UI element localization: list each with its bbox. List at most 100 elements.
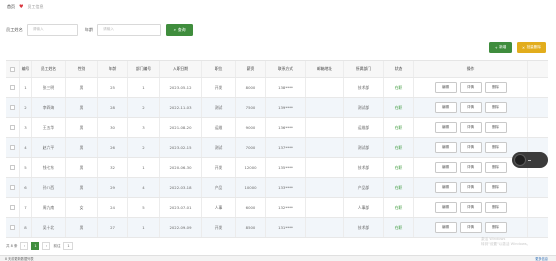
goto-page-input[interactable]: 1 — [63, 242, 74, 250]
table-cell — [306, 178, 344, 197]
table-cell: 测试 — [202, 138, 236, 157]
table-cell: 运维部 — [344, 118, 384, 137]
batch-delete-button[interactable]: ✕ 批量删除 — [517, 42, 546, 53]
column-header: 性别 — [66, 61, 98, 77]
prev-page-button[interactable]: ‹ — [20, 242, 29, 250]
row-checkbox[interactable] — [10, 165, 15, 170]
menu-icon — [528, 159, 531, 161]
table-cell: 4 — [128, 178, 160, 197]
table-cell — [306, 98, 344, 117]
add-button-label: 新增 — [499, 45, 507, 49]
table-cell: 男 — [66, 218, 98, 237]
table-cell: 开发 — [202, 78, 236, 97]
row-checkbox[interactable] — [10, 185, 15, 190]
edit-button[interactable]: 编辑 — [434, 82, 457, 93]
goto-label: 前往 — [53, 243, 61, 248]
detail-button[interactable]: 详情 — [459, 142, 482, 153]
row-checkbox[interactable] — [10, 145, 15, 150]
table-cell: 女 — [66, 198, 98, 217]
row-checkbox-cell — [6, 138, 20, 157]
age-input[interactable]: 请输入 — [97, 23, 162, 36]
row-actions: 编辑 详情 删除 — [414, 138, 528, 157]
table-cell: 2021-08-20 — [160, 118, 202, 137]
table-row: 7 周九南女 24 5 2023-07-01 人事 6000 132**** 人事部 在职 编辑 详情… — [6, 198, 548, 218]
delete-button[interactable]: 删除 — [484, 202, 507, 213]
table-cell: 男 — [66, 178, 98, 197]
row-checkbox[interactable] — [10, 225, 15, 230]
windows-activation-watermark: 激活 Windows 转到"设置"以激活 Windows。 — [481, 237, 530, 246]
detail-button[interactable]: 详情 — [459, 202, 482, 213]
table-cell: 8500 — [236, 218, 266, 237]
status-right-link[interactable]: 更多信息 — [535, 256, 548, 261]
table-cell: 技术部 — [344, 218, 384, 237]
detail-button[interactable]: 详情 — [459, 162, 482, 173]
table-cell: 2022-09-09 — [160, 218, 202, 237]
table-cell: 1 — [128, 78, 160, 97]
edit-button[interactable]: 编辑 — [434, 102, 457, 113]
edit-button[interactable]: 编辑 — [434, 222, 457, 233]
delete-button[interactable]: 删除 — [484, 122, 507, 133]
status-badge: 在职 — [384, 98, 414, 117]
next-page-button[interactable]: › — [42, 242, 51, 250]
table-cell: 137**** — [266, 138, 306, 157]
detail-button[interactable]: 详情 — [459, 222, 482, 233]
plus-icon: + — [494, 45, 498, 50]
table-cell: 28 — [98, 98, 128, 117]
status-left-text: 8 天前更新数据列表 — [5, 257, 34, 261]
table-cell: 26 — [98, 138, 128, 157]
detail-button[interactable]: 详情 — [459, 122, 482, 133]
row-actions: 编辑 详情 删除 — [414, 118, 528, 137]
search-button[interactable]: ⌕ 查询 — [166, 23, 194, 36]
row-checkbox-cell — [6, 158, 20, 177]
delete-button[interactable]: 删除 — [484, 102, 507, 113]
detail-button[interactable]: 详情 — [459, 82, 482, 93]
edit-button[interactable]: 编辑 — [434, 162, 457, 173]
status-badge: 在职 — [384, 118, 414, 137]
name-input[interactable]: 请输入 — [26, 23, 78, 36]
table-cell: 7500 — [236, 98, 266, 117]
watermark-line-2: 转到"设置"以激活 Windows。 — [481, 241, 531, 246]
table-cell: 开发 — [202, 158, 236, 177]
breadcrumb: 首页 ♥ 员工信息 — [0, 0, 556, 14]
breadcrumb-home[interactable]: 首页 — [7, 4, 15, 10]
row-checkbox[interactable] — [10, 125, 15, 130]
status-bar: 8 天前更新数据列表 更多信息 — [0, 255, 556, 261]
table-cell: 12000 — [236, 158, 266, 177]
table-cell: 132**** — [266, 198, 306, 217]
column-header: 邮箱地址 — [306, 61, 344, 77]
status-badge: 在职 — [384, 178, 414, 197]
detail-button[interactable]: 详情 — [459, 102, 482, 113]
detail-button[interactable]: 详情 — [459, 182, 482, 193]
floating-assistant-button[interactable] — [512, 152, 548, 168]
table-cell: 30 — [98, 118, 128, 137]
add-button[interactable]: + 新增 — [489, 42, 512, 53]
table-cell: 男 — [66, 118, 98, 137]
delete-button[interactable]: 删除 — [484, 162, 507, 173]
row-checkbox[interactable] — [10, 105, 15, 110]
edit-button[interactable]: 编辑 — [434, 122, 457, 133]
table-cell: 李四海 — [32, 98, 66, 117]
row-actions: 编辑 详情 删除 — [414, 218, 528, 237]
table-cell: 2 — [128, 98, 160, 117]
pagination: 共 8 条 ‹ 1 › 前往 1 — [6, 241, 74, 251]
table-cell: 131**** — [266, 218, 306, 237]
column-header: 编号 — [20, 61, 32, 77]
page-button[interactable]: 1 — [31, 242, 40, 250]
row-checkbox-cell — [6, 78, 20, 97]
delete-button[interactable]: 删除 — [484, 222, 507, 233]
delete-button[interactable]: 删除 — [484, 182, 507, 193]
table-cell: 1 — [20, 78, 32, 97]
table-cell: 测试 — [202, 98, 236, 117]
row-checkbox[interactable] — [10, 85, 15, 90]
delete-button[interactable]: 删除 — [484, 142, 507, 153]
select-all-checkbox[interactable] — [10, 66, 15, 72]
table-row: 3 王五华男 30 3 2021-08-20 运维 9000 136**** 运维部 在职 编辑 详情… — [6, 118, 548, 138]
edit-button[interactable]: 编辑 — [434, 182, 457, 193]
delete-button[interactable]: 删除 — [484, 82, 507, 93]
row-checkbox[interactable] — [10, 205, 15, 210]
row-checkbox-cell — [6, 178, 20, 197]
edit-button[interactable]: 编辑 — [434, 202, 457, 213]
heart-icon: ♥ — [19, 4, 24, 10]
table-cell: 男 — [66, 98, 98, 117]
edit-button[interactable]: 编辑 — [434, 142, 457, 153]
